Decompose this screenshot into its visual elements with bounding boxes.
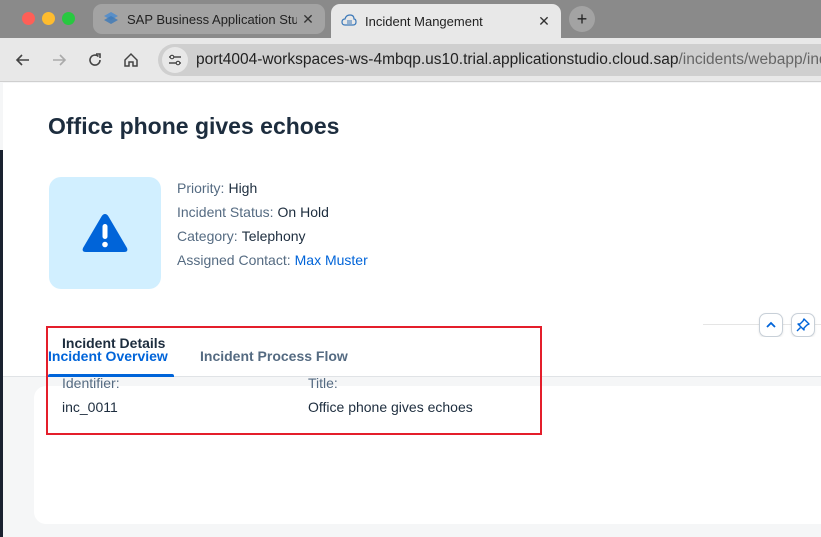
- reload-icon: [89, 53, 101, 66]
- attribute-label: Priority:: [177, 180, 225, 196]
- attribute-label: Assigned Contact:: [177, 252, 291, 268]
- attribute-contact: Assigned Contact: Max Muster: [177, 248, 368, 272]
- arrow-right-icon: [53, 54, 67, 66]
- url-text[interactable]: port4004-workspaces-ws-4mbqp.us10.trial.…: [196, 51, 821, 69]
- attribute-label: Incident Status:: [177, 204, 274, 220]
- new-tab-button[interactable]: +: [569, 6, 595, 32]
- browser-toolbar: port4004-workspaces-ws-4mbqp.us10.trial.…: [0, 38, 821, 82]
- forward-button[interactable]: [47, 48, 71, 72]
- collapse-header-button[interactable]: [759, 313, 783, 337]
- attribute-priority: Priority: High: [177, 176, 368, 200]
- tab-label: SAP Business Application Stu: [127, 11, 297, 27]
- attribute-value: Telephony: [241, 228, 306, 244]
- browser-tab-incident[interactable]: Incident Mangement ✕: [331, 4, 561, 38]
- minimize-window-button[interactable]: [42, 12, 55, 25]
- home-button[interactable]: [119, 48, 143, 72]
- reload-button[interactable]: [83, 48, 107, 72]
- url-path: /incidents/webapp/inde: [678, 51, 821, 68]
- attribute-category: Category: Telephony: [177, 224, 368, 248]
- header-attributes: Priority: High Incident Status: On Hold Ca…: [177, 176, 368, 272]
- close-window-button[interactable]: [22, 12, 35, 25]
- page-title: Office phone gives echoes: [48, 113, 340, 139]
- sap-bas-icon: [103, 11, 119, 27]
- title-label: Title:: [308, 375, 338, 391]
- browser-tab-bas[interactable]: SAP Business Application Stu ✕: [93, 4, 325, 34]
- object-page: Office phone gives echoes Priority: High …: [3, 83, 821, 537]
- chevron-up-icon: [766, 321, 776, 328]
- section-title: Incident Details: [62, 335, 166, 351]
- title-value: Office phone gives echoes: [308, 399, 473, 415]
- attribute-value: On Hold: [277, 204, 329, 220]
- pin-icon: [796, 318, 810, 332]
- identifier-value: inc_0011: [62, 399, 118, 415]
- url-host: port4004-workspaces-ws-4mbqp.us10.trial.…: [196, 51, 679, 68]
- arrow-left-icon: [15, 54, 29, 66]
- attribute-status: Incident Status: On Hold: [177, 200, 368, 224]
- home-icon: [124, 52, 138, 67]
- pin-header-button[interactable]: [791, 313, 815, 337]
- address-bar[interactable]: port4004-workspaces-ws-4mbqp.us10.trial.…: [158, 44, 821, 76]
- attribute-label: Category:: [177, 228, 238, 244]
- identifier-label: Identifier:: [62, 375, 120, 391]
- avatar: [49, 177, 161, 289]
- site-settings-icon[interactable]: [162, 47, 188, 73]
- maximize-window-button[interactable]: [62, 12, 75, 25]
- tab-label: Incident Mangement: [365, 13, 483, 29]
- browser-tab-strip: SAP Business Application Stu ✕ Incident …: [0, 0, 821, 38]
- warning-icon: [82, 214, 128, 252]
- back-button[interactable]: [11, 48, 35, 72]
- assigned-contact-link[interactable]: Max Muster: [295, 252, 368, 268]
- close-tab-icon[interactable]: ✕: [297, 11, 319, 28]
- cloud-app-icon: [341, 13, 357, 29]
- close-tab-icon[interactable]: ✕: [533, 13, 555, 30]
- attribute-value: High: [228, 180, 258, 196]
